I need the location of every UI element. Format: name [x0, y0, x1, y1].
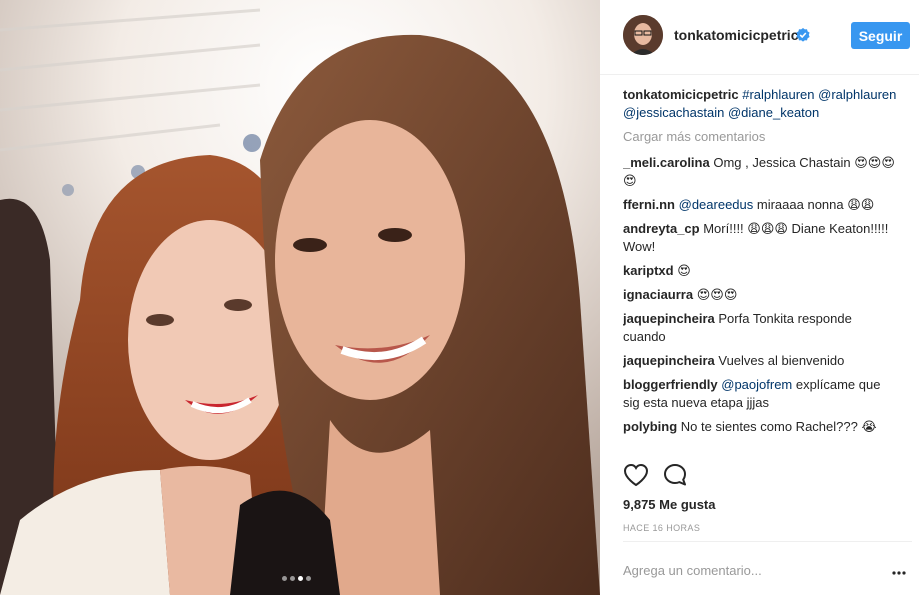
post-timestamp[interactable]: HACE 16 HORAS — [623, 523, 700, 533]
heart-icon[interactable] — [623, 463, 649, 492]
comment-text: 😍😍😍 — [696, 287, 738, 302]
carousel-indicator — [282, 576, 311, 581]
username-link[interactable]: tonkatomicicpetric — [674, 27, 798, 43]
comment-username[interactable]: polybing — [623, 419, 677, 434]
avatar[interactable] — [623, 15, 663, 55]
comment-mention[interactable]: @paojofrem — [721, 377, 792, 392]
caption-hashtag[interactable]: #ralphlauren — [742, 87, 814, 102]
caption-mention[interactable]: @ralphlauren — [818, 87, 896, 102]
load-more-comments[interactable]: Cargar más comentarios — [623, 128, 897, 146]
comment-username[interactable]: jaquepincheira — [623, 311, 715, 326]
comment-item: ignaciaurra 😍😍😍 — [623, 286, 897, 304]
comment-icon[interactable] — [663, 463, 689, 492]
comment-username[interactable]: kariptxd — [623, 263, 674, 278]
comment-text: No te sientes como Rachel??? 😭 — [680, 419, 877, 434]
comment-text: miraaaa nonna 😩😩 — [756, 197, 875, 212]
verified-badge-icon — [796, 28, 810, 42]
likes-count[interactable]: 9,875 Me gusta — [623, 497, 716, 512]
comments-list: tonkatomicicpetric #ralphlauren @ralphla… — [623, 86, 897, 454]
comment-item: kariptxd 😍 — [623, 262, 897, 280]
comment-input[interactable] — [623, 559, 863, 581]
caption: tonkatomicicpetric #ralphlauren @ralphla… — [623, 86, 897, 122]
comment-username[interactable]: jaquepincheira — [623, 353, 715, 368]
divider — [623, 541, 912, 542]
more-options-icon[interactable] — [892, 562, 906, 580]
comment-item: andreyta_cp Morí!!!! 😩😩😩 Diane Keaton!!!… — [623, 220, 897, 256]
caption-mention[interactable]: @jessicachastain — [623, 105, 724, 120]
comment-mention[interactable]: @deareedus — [679, 197, 754, 212]
carousel-dot[interactable] — [306, 576, 311, 581]
comment-username[interactable]: _meli.carolina — [623, 155, 710, 170]
carousel-dot[interactable] — [282, 576, 287, 581]
comment-item: jaquepincheira Vuelves al bienvenido — [623, 352, 897, 370]
post-header: tonkatomicicpetric Seguir — [600, 0, 919, 75]
comment-username[interactable]: bloggerfriendly — [623, 377, 718, 392]
carousel-dot[interactable] — [290, 576, 295, 581]
comment-username[interactable]: ignaciaurra — [623, 287, 693, 302]
comment-item: polybing No te sientes como Rachel??? 😭 — [623, 418, 897, 436]
post-actions — [623, 463, 903, 491]
comment-text: 😍 — [677, 263, 691, 278]
comment-username[interactable]: fferni.nn — [623, 197, 675, 212]
comment-item: bloggerfriendly @paojofrem explícame que… — [623, 376, 897, 412]
comment-item: _meli.carolina Omg , Jessica Chastain 😍😍… — [623, 154, 897, 190]
carousel-dot-active[interactable] — [298, 576, 303, 581]
follow-button[interactable]: Seguir — [851, 22, 910, 49]
caption-mention[interactable]: @diane_keaton — [728, 105, 819, 120]
comment-text: Vuelves al bienvenido — [718, 353, 845, 368]
post-sidebar: tonkatomicicpetric Seguir tonkatomicicpe… — [600, 0, 919, 595]
caption-username[interactable]: tonkatomicicpetric — [623, 87, 739, 102]
comment-username[interactable]: andreyta_cp — [623, 221, 700, 236]
photo-image — [0, 0, 600, 595]
comment-item: fferni.nn @deareedus miraaaa nonna 😩😩 — [623, 196, 897, 214]
post-photo[interactable] — [0, 0, 600, 595]
comment-item: jaquepincheira Porfa Tonkita responde cu… — [623, 310, 897, 346]
